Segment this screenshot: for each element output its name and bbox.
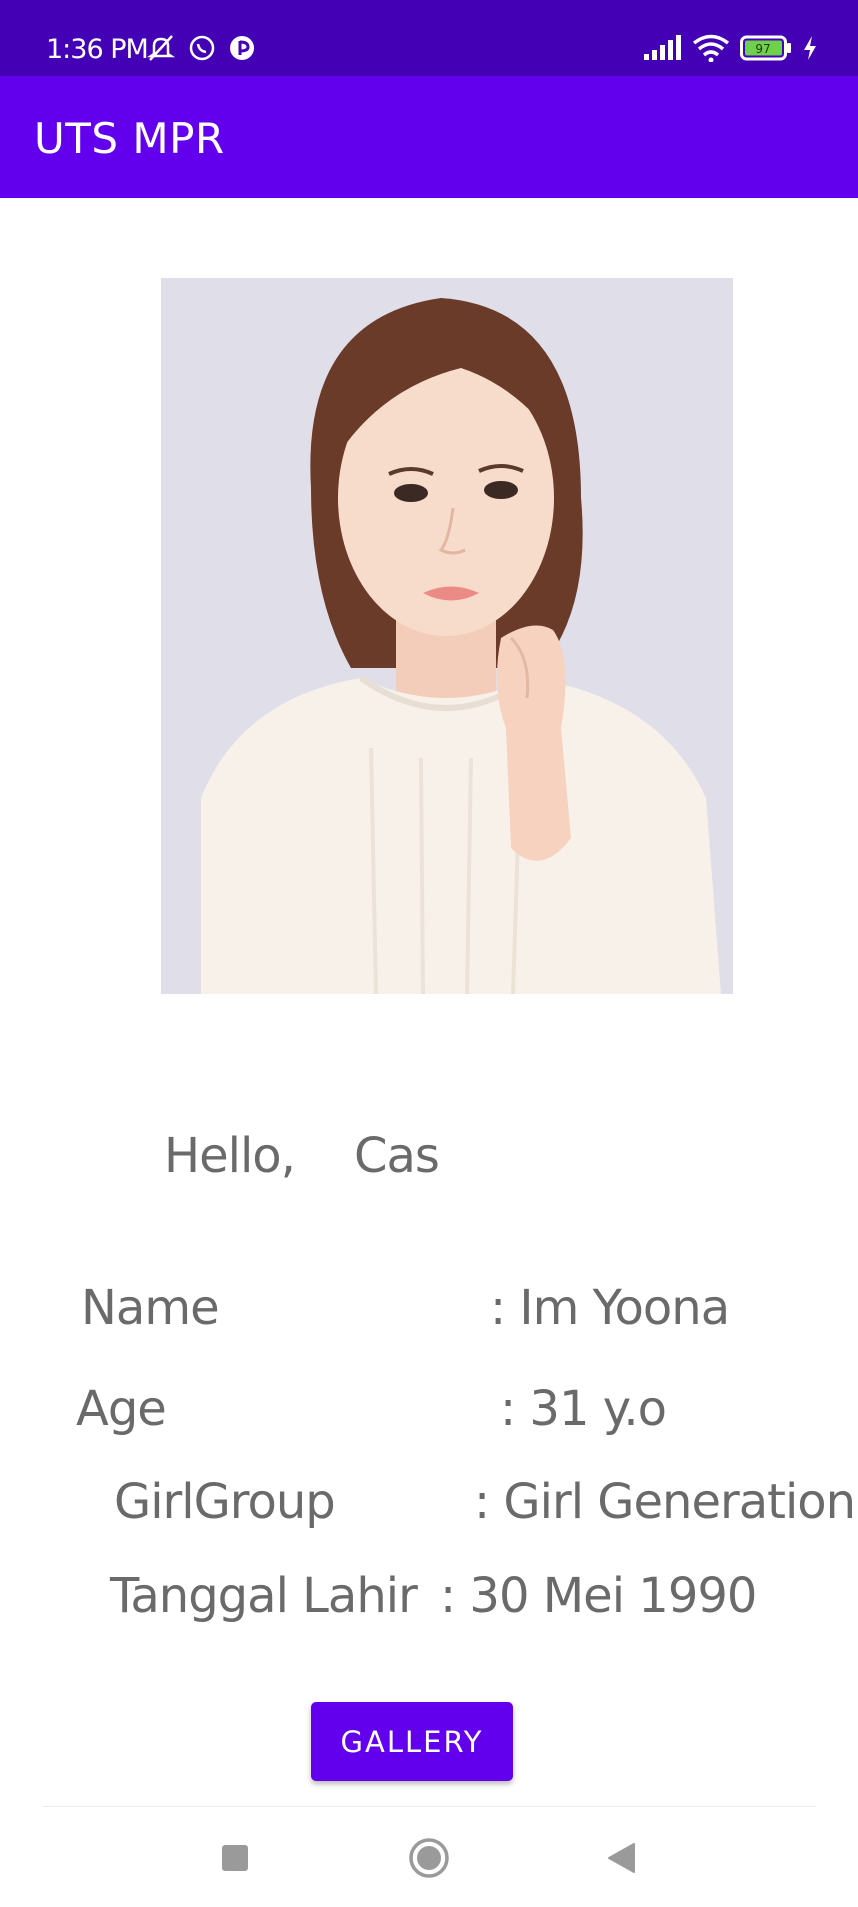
charging-icon	[802, 35, 818, 61]
back-icon	[606, 1842, 636, 1874]
status-time: 1:36 PM	[46, 34, 149, 65]
greeting-text: Hello,	[164, 1128, 296, 1184]
birthdate-value: : 30 Mei 1990	[440, 1568, 757, 1624]
mute-icon	[146, 34, 176, 62]
birthdate-label: Tanggal Lahir	[110, 1568, 418, 1624]
status-bar: 1:36 PM 97	[0, 0, 858, 76]
whatsapp-icon	[188, 34, 216, 62]
recent-apps-icon	[221, 1844, 249, 1872]
profile-photo	[161, 278, 733, 994]
status-system-icons: 97	[642, 34, 818, 62]
age-label: Age	[76, 1381, 167, 1437]
status-notification-icons	[146, 34, 256, 62]
home-icon	[408, 1837, 450, 1879]
recent-apps-button[interactable]	[210, 1833, 260, 1883]
girlgroup-label: GirlGroup	[114, 1474, 336, 1530]
name-label: Name	[81, 1280, 220, 1336]
home-button[interactable]	[404, 1833, 454, 1883]
name-value: : Im Yoona	[490, 1280, 730, 1336]
app-title: UTS MPR	[34, 114, 225, 163]
user-name-text: Cas	[354, 1128, 440, 1184]
back-button[interactable]	[596, 1833, 646, 1883]
app-icon	[228, 34, 256, 62]
age-value: : 31 y.o	[500, 1381, 667, 1437]
signal-icon	[642, 35, 682, 61]
battery-icon: 97	[740, 35, 792, 61]
svg-text:97: 97	[755, 42, 770, 56]
navigation-bar	[0, 1807, 858, 1907]
girlgroup-value: : Girl Generation	[474, 1474, 856, 1530]
gallery-button[interactable]: GALLERY	[311, 1702, 513, 1781]
app-bar: UTS MPR	[0, 76, 858, 198]
wifi-icon	[692, 34, 730, 62]
